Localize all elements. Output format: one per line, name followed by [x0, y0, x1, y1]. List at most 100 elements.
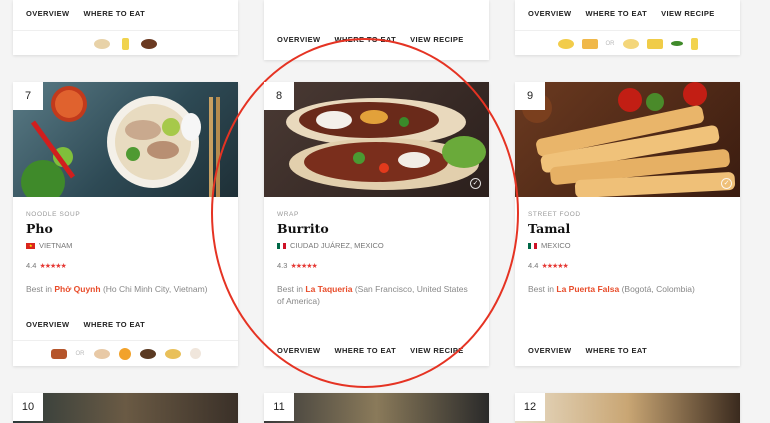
origin-label[interactable]: VIETNAM	[39, 241, 72, 250]
best-in-text: Best in Phở Quynh (Ho Chi Minh City, Vie…	[26, 283, 226, 295]
best-place-link[interactable]: La Puerta Falsa	[556, 284, 619, 294]
where-to-eat-link[interactable]: WHERE TO EAT	[84, 320, 146, 329]
star-anise-icon[interactable]	[118, 347, 131, 360]
dish-card-burrito[interactable]: ✓ 8 WRAP Burrito CIUDAD JUÁREZ, MEXICO 4…	[264, 82, 489, 366]
ingredient-icon[interactable]	[622, 38, 639, 49]
dish-card-10[interactable]: 10	[13, 393, 238, 423]
ingredient-icon[interactable]	[670, 41, 683, 46]
rank-badge: 12	[515, 393, 545, 421]
ingredient-icon[interactable]	[122, 37, 129, 50]
card-links: OVERVIEW WHERE TO EAT VIEW RECIPE	[277, 35, 464, 44]
dish-name[interactable]: Burrito	[277, 221, 329, 236]
dish-image[interactable]	[13, 393, 238, 423]
card-links: OVERVIEW WHERE TO EAT	[26, 320, 145, 329]
tamal-photo	[522, 82, 736, 197]
rating-value: 4.4	[26, 261, 37, 270]
dish-card-12[interactable]: 12	[515, 393, 740, 423]
dish-image[interactable]	[264, 393, 489, 423]
dish-rating: 4.3 ★★★★★	[277, 261, 318, 270]
rating-stars-icon: ★★★★★	[39, 262, 66, 270]
rating-value: 4.4	[528, 261, 539, 270]
best-in-prefix: Best in	[26, 284, 52, 294]
overview-link[interactable]: OVERVIEW	[528, 346, 572, 355]
best-place-link[interactable]: Phở Quynh	[54, 284, 100, 294]
beef-icon[interactable]	[50, 348, 67, 359]
rating-stars-icon: ★★★★★	[290, 262, 317, 270]
dish-origin: CIUDAD JUÁREZ, MEXICO	[277, 241, 384, 250]
dish-image[interactable]: ✓	[264, 82, 489, 197]
or-separator: OR	[75, 350, 85, 357]
pho-photo	[21, 86, 220, 197]
mexico-flag-icon	[528, 242, 537, 249]
dish-card-top-3: OVERVIEW WHERE TO EAT VIEW RECIPE OR	[515, 0, 740, 55]
dish-rating: 4.4 ★★★★★	[528, 261, 569, 270]
best-place-link[interactable]: La Taqueria	[305, 284, 352, 294]
dish-category: WRAP	[277, 211, 299, 218]
ingredient-icon[interactable]	[581, 38, 598, 49]
dish-name[interactable]: Pho	[26, 221, 53, 236]
vietnam-flag-icon: ★	[26, 242, 35, 249]
where-to-eat-link[interactable]: WHERE TO EAT	[586, 9, 648, 18]
dish-image[interactable]: ✓	[515, 82, 740, 197]
chicken-icon[interactable]	[93, 348, 110, 359]
overview-link[interactable]: OVERVIEW	[277, 35, 321, 44]
card-links: OVERVIEW WHERE TO EAT	[528, 346, 647, 355]
ingredient-icon[interactable]	[94, 38, 110, 49]
rank-badge: 9	[515, 82, 545, 110]
where-to-eat-link[interactable]: WHERE TO EAT	[84, 9, 146, 18]
view-recipe-link[interactable]: VIEW RECIPE	[661, 9, 715, 18]
ingredient-icon[interactable]	[646, 38, 663, 49]
rating-value: 4.3	[277, 261, 288, 270]
ingredients-row: OR	[13, 340, 238, 366]
overview-link[interactable]: OVERVIEW	[528, 9, 572, 18]
fish-sauce-icon[interactable]	[139, 348, 156, 359]
ingredient-icon[interactable]	[141, 38, 157, 49]
best-in-text: Best in La Puerta Falsa (Bogotá, Colombi…	[528, 283, 728, 295]
card-links: OVERVIEW WHERE TO EAT VIEW RECIPE	[277, 346, 464, 355]
dish-category: STREET FOOD	[528, 211, 581, 218]
origin-label[interactable]: MEXICO	[541, 241, 571, 250]
check-icon[interactable]: ✓	[470, 178, 481, 189]
best-in-text: Best in La Taqueria (San Francisco, Unit…	[277, 283, 477, 307]
ingredients-row	[13, 30, 238, 55]
card-links: OVERVIEW WHERE TO EAT VIEW RECIPE	[528, 9, 715, 18]
noodles-icon[interactable]	[164, 348, 181, 359]
dish-card-top-2: OVERVIEW WHERE TO EAT VIEW RECIPE	[264, 0, 489, 60]
dish-card-pho[interactable]: 7 NOODLE SOUP Pho ★ VIETNAM 4.4 ★★★★★ Be…	[13, 82, 238, 366]
dish-card-tamal[interactable]: ✓ 9 STREET FOOD Tamal MEXICO 4.4 ★★★★★ B…	[515, 82, 740, 366]
view-recipe-link[interactable]: VIEW RECIPE	[410, 35, 464, 44]
where-to-eat-link[interactable]: WHERE TO EAT	[335, 35, 397, 44]
garlic-icon[interactable]	[189, 348, 201, 359]
mexico-flag-icon	[277, 242, 286, 249]
overview-link[interactable]: OVERVIEW	[277, 346, 321, 355]
dish-card-top-1: OVERVIEW WHERE TO EAT	[13, 0, 238, 55]
check-icon[interactable]: ✓	[721, 178, 732, 189]
ingredient-icon[interactable]	[690, 37, 698, 50]
rank-badge: 11	[264, 393, 294, 421]
view-recipe-link[interactable]: VIEW RECIPE	[410, 346, 464, 355]
rating-stars-icon: ★★★★★	[541, 262, 568, 270]
dish-name[interactable]: Tamal	[528, 221, 570, 236]
where-to-eat-link[interactable]: WHERE TO EAT	[335, 346, 397, 355]
card-links: OVERVIEW WHERE TO EAT	[26, 9, 145, 18]
best-place-location: (Ho Chi Minh City, Vietnam)	[102, 284, 208, 294]
rank-badge: 8	[264, 82, 294, 110]
origin-label[interactable]: CIUDAD JUÁREZ, MEXICO	[290, 241, 384, 250]
burrito-photo	[286, 98, 486, 190]
dish-image[interactable]	[13, 82, 238, 197]
best-in-prefix: Best in	[277, 284, 303, 294]
where-to-eat-link[interactable]: WHERE TO EAT	[586, 346, 648, 355]
best-in-prefix: Best in	[528, 284, 554, 294]
overview-link[interactable]: OVERVIEW	[26, 320, 70, 329]
dish-origin: ★ VIETNAM	[26, 241, 72, 250]
dish-image[interactable]	[515, 393, 740, 423]
rank-badge: 10	[13, 393, 43, 421]
ingredient-icon[interactable]	[557, 38, 574, 49]
dish-origin: MEXICO	[528, 241, 571, 250]
overview-link[interactable]: OVERVIEW	[26, 9, 70, 18]
or-separator: OR	[605, 40, 615, 47]
dish-rating: 4.4 ★★★★★	[26, 261, 67, 270]
ingredients-row: OR	[515, 30, 740, 55]
dish-card-11[interactable]: 11	[264, 393, 489, 423]
best-place-location: (Bogotá, Colombia)	[621, 284, 695, 294]
